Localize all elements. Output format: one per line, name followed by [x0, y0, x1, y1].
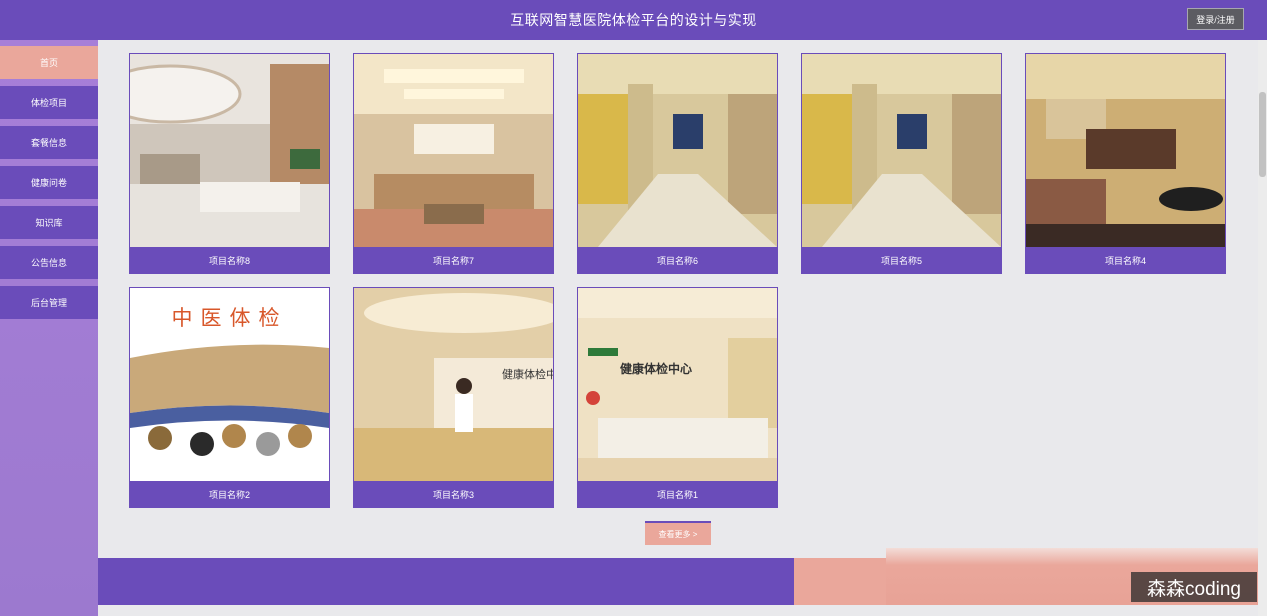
page-scrollbar[interactable]	[1258, 40, 1267, 616]
sidebar-item-home[interactable]: 首页	[0, 46, 98, 79]
sidebar: 首页 体检项目 套餐信息 健康问卷 知识库 公告信息 后台管理	[0, 40, 98, 616]
photo-sign: 健康体检中心	[620, 362, 693, 376]
hallway-photo	[802, 54, 1001, 247]
reception-desk-photo: 健康体检中心	[354, 288, 553, 481]
reception-photo	[1026, 54, 1225, 247]
card-caption: 项目名称6	[578, 247, 777, 273]
project-card[interactable]: 项目名称5	[801, 53, 1002, 274]
scrollbar-thumb[interactable]	[1259, 92, 1266, 177]
hallway-photo	[578, 54, 777, 247]
sidebar-item-admin[interactable]: 后台管理	[0, 286, 98, 319]
project-card[interactable]: 健康体检中心 项目名称3	[353, 287, 554, 508]
card-caption: 项目名称1	[578, 481, 777, 507]
tcm-checkup-poster: 中医体检	[130, 288, 329, 481]
footer-band	[98, 558, 794, 605]
project-card[interactable]: 项目名称6	[577, 53, 778, 274]
waiting-room-photo	[354, 54, 553, 247]
view-more-button[interactable]: 查看更多 >	[645, 521, 711, 545]
health-center-photo: 健康体检中心	[578, 288, 777, 481]
project-card[interactable]: 中医体检 项目名称2	[129, 287, 330, 508]
sidebar-item-knowledge-base[interactable]: 知识库	[0, 206, 98, 239]
card-caption: 项目名称5	[802, 247, 1001, 273]
card-caption: 项目名称4	[1026, 247, 1225, 273]
sidebar-item-checkup-items[interactable]: 体检项目	[0, 86, 98, 119]
sidebar-item-announcements[interactable]: 公告信息	[0, 246, 98, 279]
card-caption: 项目名称8	[130, 247, 329, 273]
project-card[interactable]: 项目名称8	[129, 53, 330, 274]
card-caption: 项目名称2	[130, 481, 329, 507]
sidebar-item-health-survey[interactable]: 健康问卷	[0, 166, 98, 199]
video-watermark: 森森coding	[1131, 572, 1257, 602]
project-card[interactable]: 健康体检中心 项目名称1	[577, 287, 778, 508]
sidebar-item-packages[interactable]: 套餐信息	[0, 126, 98, 159]
card-caption: 项目名称7	[354, 247, 553, 273]
project-card[interactable]: 项目名称4	[1025, 53, 1226, 274]
login-register-button[interactable]: 登录/注册	[1187, 8, 1244, 30]
project-card[interactable]: 项目名称7	[353, 53, 554, 274]
hospital-lobby-photo	[130, 54, 329, 247]
footer-accent	[794, 558, 886, 605]
site-title: 互联网智慧医院体检平台的设计与实现	[510, 12, 757, 28]
card-caption: 项目名称3	[354, 481, 553, 507]
photo-sign: 健康体检中心	[502, 369, 553, 381]
top-header-bar: 互联网智慧医院体检平台的设计与实现 登录/注册	[0, 0, 1267, 40]
